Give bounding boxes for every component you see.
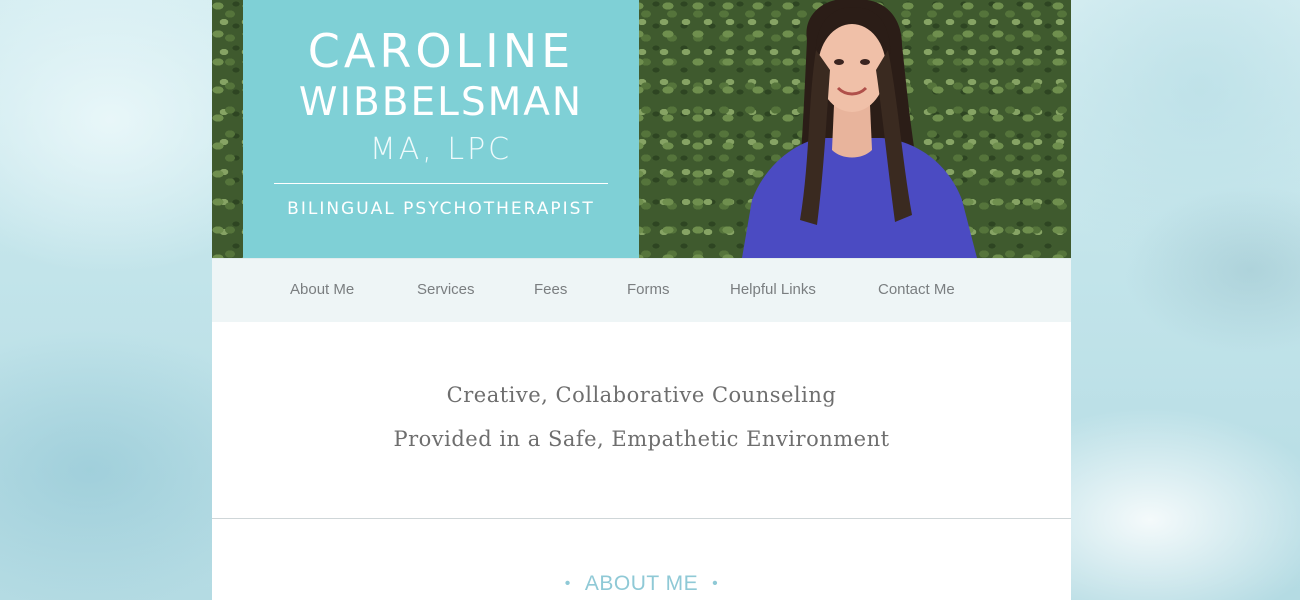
bullet-left: • (564, 575, 571, 592)
main-navigation: About Me Services Fees Forms Helpful Lin… (212, 258, 1071, 322)
nav-item-contact-me[interactable]: Contact Me (878, 281, 955, 298)
portrait-photo (712, 0, 992, 258)
section-divider (212, 518, 1071, 519)
bullet-right: • (712, 575, 719, 592)
site-title-first-name: CAROLINE (307, 24, 575, 78)
about-me-heading: • ABOUT ME • (212, 572, 1071, 596)
about-me-heading-text: ABOUT ME (584, 572, 699, 595)
site-title-last-name: WIBBELSMAN (298, 80, 584, 125)
credentials: MA, LPC (369, 132, 513, 167)
nav-item-forms[interactable]: Forms (627, 281, 670, 298)
page-container: CAROLINE WIBBELSMAN MA, LPC BILINGUAL PS… (212, 0, 1071, 600)
hero-banner: CAROLINE WIBBELSMAN MA, LPC BILINGUAL PS… (212, 0, 1071, 258)
nav-item-fees[interactable]: Fees (534, 281, 567, 298)
intro-headline: Creative, Collaborative Counseling (446, 383, 837, 407)
nav-item-services[interactable]: Services (417, 281, 475, 298)
intro-section: Creative, Collaborative Counseling Provi… (212, 321, 1071, 518)
nav-item-helpful-links[interactable]: Helpful Links (730, 281, 816, 298)
intro-subheadline: Provided in a Safe, Empathetic Environme… (393, 427, 890, 451)
name-panel: CAROLINE WIBBELSMAN MA, LPC BILINGUAL PS… (243, 0, 639, 258)
portrait-illustration (742, 0, 977, 258)
site-tagline: BILINGUAL PSYCHOTHERAPIST (287, 199, 595, 219)
nav-item-about-me[interactable]: About Me (290, 281, 354, 298)
title-divider (274, 183, 608, 184)
